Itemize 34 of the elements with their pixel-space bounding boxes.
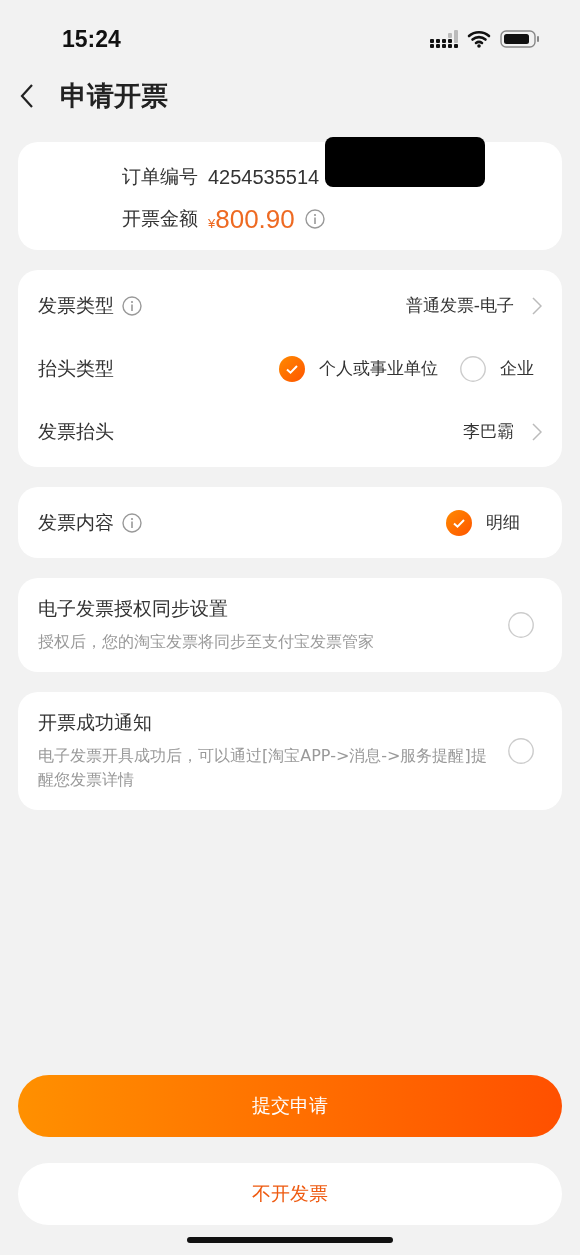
- field-value[interactable]: 普通发票-电子: [405, 294, 514, 317]
- field-label: 发票内容: [38, 509, 114, 535]
- signal-icon: [430, 30, 458, 48]
- page-title: 申请开票: [60, 79, 168, 113]
- chevron-right-icon: [532, 296, 542, 315]
- battery-icon: [500, 30, 540, 48]
- back-icon[interactable]: [20, 84, 34, 108]
- radio-checked-icon[interactable]: [279, 355, 305, 382]
- setting-description: 授权后，您的淘宝发票将同步至支付宝发票管家: [38, 631, 375, 653]
- field-label: 发票抬头: [38, 418, 114, 444]
- chevron-right-icon: [532, 422, 542, 441]
- radio-label[interactable]: 企业: [500, 357, 534, 380]
- radio-unchecked-icon[interactable]: [508, 738, 534, 764]
- info-icon[interactable]: [122, 512, 142, 533]
- setting-description: 电子发票开具成功后，可以通过[淘宝APP->消息->服务提醒]提醒您发票详情: [38, 745, 488, 791]
- no-invoice-button[interactable]: 不开发票: [18, 1163, 562, 1225]
- radio-label[interactable]: 明细: [486, 511, 520, 534]
- order-number: 4254535514: [208, 165, 320, 189]
- radio-label[interactable]: 个人或事业单位: [319, 357, 438, 380]
- setting-title: 开票成功通知: [38, 710, 153, 735]
- field-value[interactable]: 李巴霸: [463, 420, 514, 443]
- wifi-icon: [467, 30, 491, 48]
- amount-label: 开票金额: [122, 206, 198, 231]
- field-label: 发票类型: [38, 292, 114, 318]
- radio-unchecked-icon[interactable]: [508, 612, 534, 638]
- status-time: 15:24: [62, 25, 121, 53]
- radio-unchecked-icon[interactable]: [460, 355, 486, 382]
- order-number-label: 订单编号: [122, 164, 198, 189]
- invoice-amount: ¥800.90: [208, 203, 295, 235]
- radio-checked-icon[interactable]: [446, 509, 472, 536]
- info-icon[interactable]: [304, 209, 325, 229]
- setting-title: 电子发票授权同步设置: [38, 596, 229, 621]
- field-label: 抬头类型: [38, 355, 114, 381]
- info-icon[interactable]: [122, 295, 142, 316]
